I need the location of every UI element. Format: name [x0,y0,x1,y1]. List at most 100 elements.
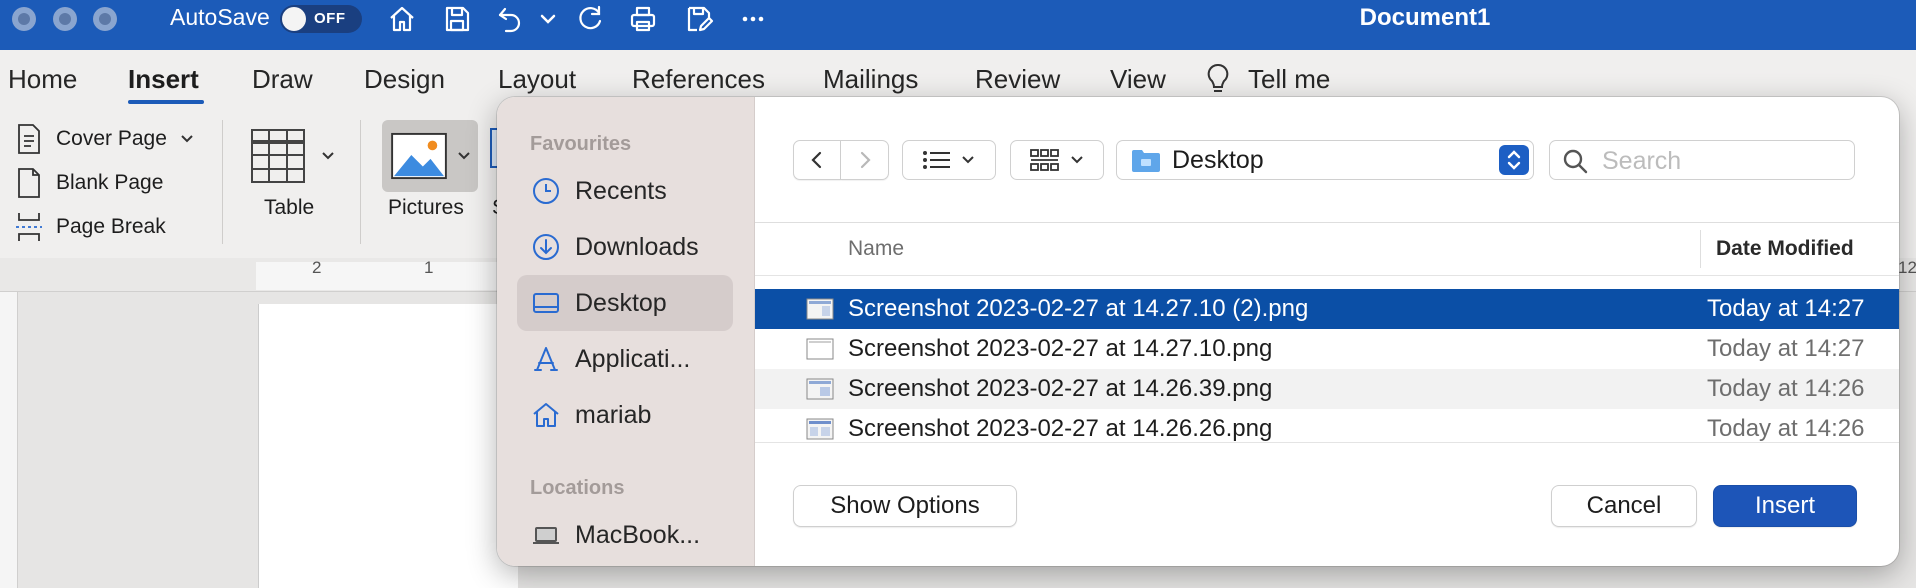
tab-references[interactable]: References [632,64,765,95]
grid-icon [1030,149,1059,171]
forward-button[interactable] [841,140,889,180]
sidebar-item-desktop[interactable]: Desktop [517,275,733,331]
file-date: Today at 14:27 [1707,335,1865,362]
save-icon[interactable] [437,1,477,37]
list-view-button[interactable] [902,140,996,180]
image-file-icon [806,378,834,400]
divider [755,442,1899,443]
file-name: Screenshot 2023-02-27 at 14.27.10.png [848,335,1273,362]
favourites-heading: Favourites [530,133,632,155]
blank-page-button[interactable]: Blank Page [12,166,163,200]
cover-page-button[interactable]: Cover Page [12,122,195,156]
column-header-date-modified[interactable]: Date Modified [1716,237,1854,261]
column-divider[interactable] [1700,230,1701,268]
chevron-right-icon [860,151,871,169]
location-dropdown[interactable]: Desktop [1116,140,1534,180]
chevron-down-icon [962,156,974,164]
ruler-number: 2 [312,258,322,277]
column-header-name[interactable]: Name [848,237,904,261]
stepper-icon [1499,145,1529,175]
divider [755,275,1899,276]
pictures-label: Pictures [388,196,464,219]
insert-button[interactable]: Insert [1713,485,1857,527]
ribbon-divider [222,120,223,244]
ruler-number: 12 [1898,258,1916,277]
file-row[interactable]: Screenshot 2023-02-27 at 14.26.26.png To… [755,409,1899,449]
locations-heading: Locations [530,477,625,499]
group-view-button[interactable] [1010,140,1104,180]
save-as-icon[interactable] [679,1,719,37]
vertical-ruler [0,292,18,588]
desktop-icon [533,293,559,313]
download-icon [533,234,559,260]
list-icon [923,151,950,169]
sidebar-item-label: Applicati... [575,344,691,373]
tab-view[interactable]: View [1110,64,1166,95]
tab-mailings[interactable]: Mailings [823,64,918,95]
sidebar-item-home[interactable]: mariab [517,387,733,443]
table-button[interactable] [250,128,340,198]
back-button[interactable] [793,140,841,180]
zoom-window-button[interactable] [93,7,117,31]
sidebar-item-label: MacBook... [575,520,701,549]
tab-design[interactable]: Design [364,64,445,95]
show-options-button[interactable]: Show Options [793,485,1017,527]
tell-me-search[interactable]: Tell me [1248,64,1330,95]
folder-icon [1132,150,1160,172]
file-date: Today at 14:26 [1707,375,1865,402]
sidebar-item-applications[interactable]: Applicati... [517,331,733,387]
insert-picture-dialog: Favourites Recents Downloads Desktop App… [497,97,1899,566]
page-break-label: Page Break [56,215,166,238]
file-row[interactable]: Screenshot 2023-02-27 at 14.26.39.png To… [755,369,1899,409]
tab-draw[interactable]: Draw [252,64,313,95]
dialog-sidebar: Favourites Recents Downloads Desktop App… [497,97,755,566]
home-icon [533,403,559,427]
autosave-toggle[interactable]: OFF [280,5,362,33]
minimize-window-button[interactable] [53,7,77,31]
file-date: Today at 14:26 [1707,415,1865,442]
table-icon [251,129,305,183]
file-row[interactable]: Screenshot 2023-02-27 at 14.27.10 (2).pn… [755,289,1899,329]
search-field[interactable] [1549,140,1855,180]
more-icon[interactable] [733,1,773,37]
autosave-state: OFF [314,10,346,27]
applications-icon [534,347,558,371]
tab-layout[interactable]: Layout [498,64,576,95]
chevron-down-icon [181,135,193,143]
search-icon [1563,149,1588,174]
redo-icon[interactable] [570,1,610,37]
home-icon[interactable] [382,1,422,37]
clock-icon [533,178,559,204]
blank-page-icon [18,168,40,198]
sidebar-item-macbook[interactable]: MacBook... [517,507,733,563]
file-name: Screenshot 2023-02-27 at 14.26.26.png [848,415,1273,442]
print-icon[interactable] [623,1,663,37]
location-value: Desktop [1172,146,1264,174]
file-date: Today at 14:27 [1707,295,1865,322]
undo-icon[interactable] [490,1,530,37]
lightbulb-icon [1207,63,1229,92]
cover-page-label: Cover Page [56,127,167,150]
chevron-down-icon[interactable] [530,1,566,37]
search-input[interactable] [1602,145,1842,177]
pictures-button[interactable] [382,120,478,192]
tab-home[interactable]: Home [8,64,77,95]
autosave-label: AutoSave [170,4,270,30]
tab-insert[interactable]: Insert [128,64,199,95]
tab-review[interactable]: Review [975,64,1060,95]
sidebar-item-label: Desktop [575,288,667,317]
laptop-icon [533,527,559,544]
sidebar-item-recents[interactable]: Recents [517,163,733,219]
document-page[interactable] [258,304,518,588]
cancel-button[interactable]: Cancel [1551,485,1697,527]
chevron-left-icon [811,151,822,169]
table-label: Table [264,196,315,219]
page-break-button[interactable]: Page Break [12,210,166,244]
ribbon-divider [360,120,361,244]
pictures-icon [391,132,447,180]
sidebar-item-downloads[interactable]: Downloads [517,219,733,275]
file-row[interactable]: Screenshot 2023-02-27 at 14.27.10.png To… [755,329,1899,369]
chevron-down-icon [322,152,334,160]
close-window-button[interactable] [12,7,36,31]
chevron-down-icon [458,152,470,160]
